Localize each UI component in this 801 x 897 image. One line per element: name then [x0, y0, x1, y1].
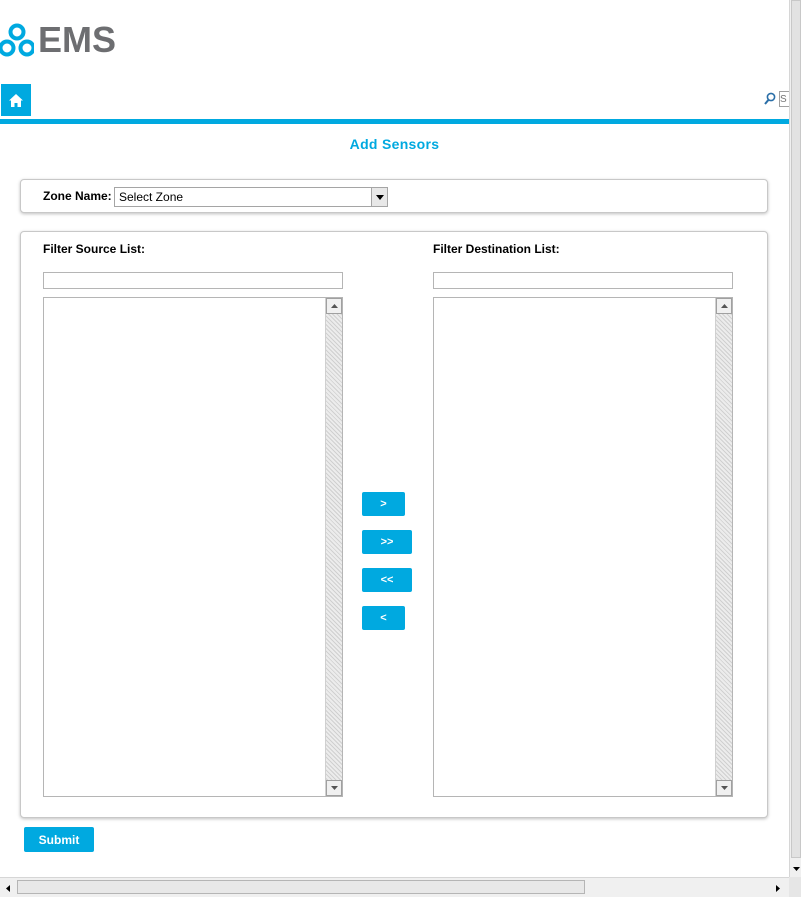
chevron-down-icon[interactable]: [371, 188, 387, 206]
submit-button[interactable]: Submit: [24, 827, 94, 852]
search-input[interactable]: [779, 91, 789, 107]
destination-listbox[interactable]: [433, 297, 733, 797]
destination-list-label: Filter Destination List:: [433, 242, 560, 256]
move-selected-left-button[interactable]: <: [362, 606, 405, 630]
sensor-lists-panel: Filter Source List: Filter Destination L…: [20, 231, 768, 818]
ems-logo-icon: [0, 23, 34, 57]
app-logo: EMS: [0, 19, 117, 60]
scroll-down-icon[interactable]: [716, 780, 732, 796]
window-vertical-scroll-thumb[interactable]: [791, 0, 801, 858]
destination-list-scrollbar[interactable]: [715, 298, 732, 796]
source-list-label: Filter Source List:: [43, 242, 146, 256]
move-all-left-button[interactable]: <<: [362, 568, 412, 592]
zone-name-label: Zone Name:: [43, 189, 112, 203]
move-selected-right-button[interactable]: >: [362, 492, 405, 516]
window-horizontal-scrollbar[interactable]: [0, 877, 801, 897]
scroll-up-icon[interactable]: [716, 298, 732, 314]
move-all-right-button[interactable]: >>: [362, 530, 412, 554]
window-vertical-scrollbar[interactable]: [789, 0, 801, 877]
scroll-down-icon[interactable]: [790, 862, 801, 876]
logo-text: EMS: [38, 19, 117, 60]
home-button[interactable]: [1, 84, 31, 116]
destination-filter-input[interactable]: [433, 272, 733, 289]
window-horizontal-scroll-thumb[interactable]: [17, 880, 585, 894]
source-listbox[interactable]: [43, 297, 343, 797]
search-icon[interactable]: [764, 92, 776, 106]
source-filter-input[interactable]: [43, 272, 343, 289]
page-title: Add Sensors: [349, 136, 440, 152]
scroll-down-icon[interactable]: [326, 780, 342, 796]
scroll-up-icon[interactable]: [326, 298, 342, 314]
nav-divider: [0, 119, 789, 124]
zone-select[interactable]: Select Zone: [114, 187, 388, 207]
source-list-scrollbar[interactable]: [325, 298, 342, 796]
zone-select-value: Select Zone: [119, 190, 184, 204]
scroll-right-icon[interactable]: [772, 881, 784, 895]
scrollbar-corner: [789, 877, 801, 897]
scroll-left-icon[interactable]: [2, 881, 14, 895]
home-icon: [9, 93, 23, 107]
zone-panel: Zone Name: Select Zone: [20, 179, 768, 213]
nav-bar: [0, 84, 789, 116]
